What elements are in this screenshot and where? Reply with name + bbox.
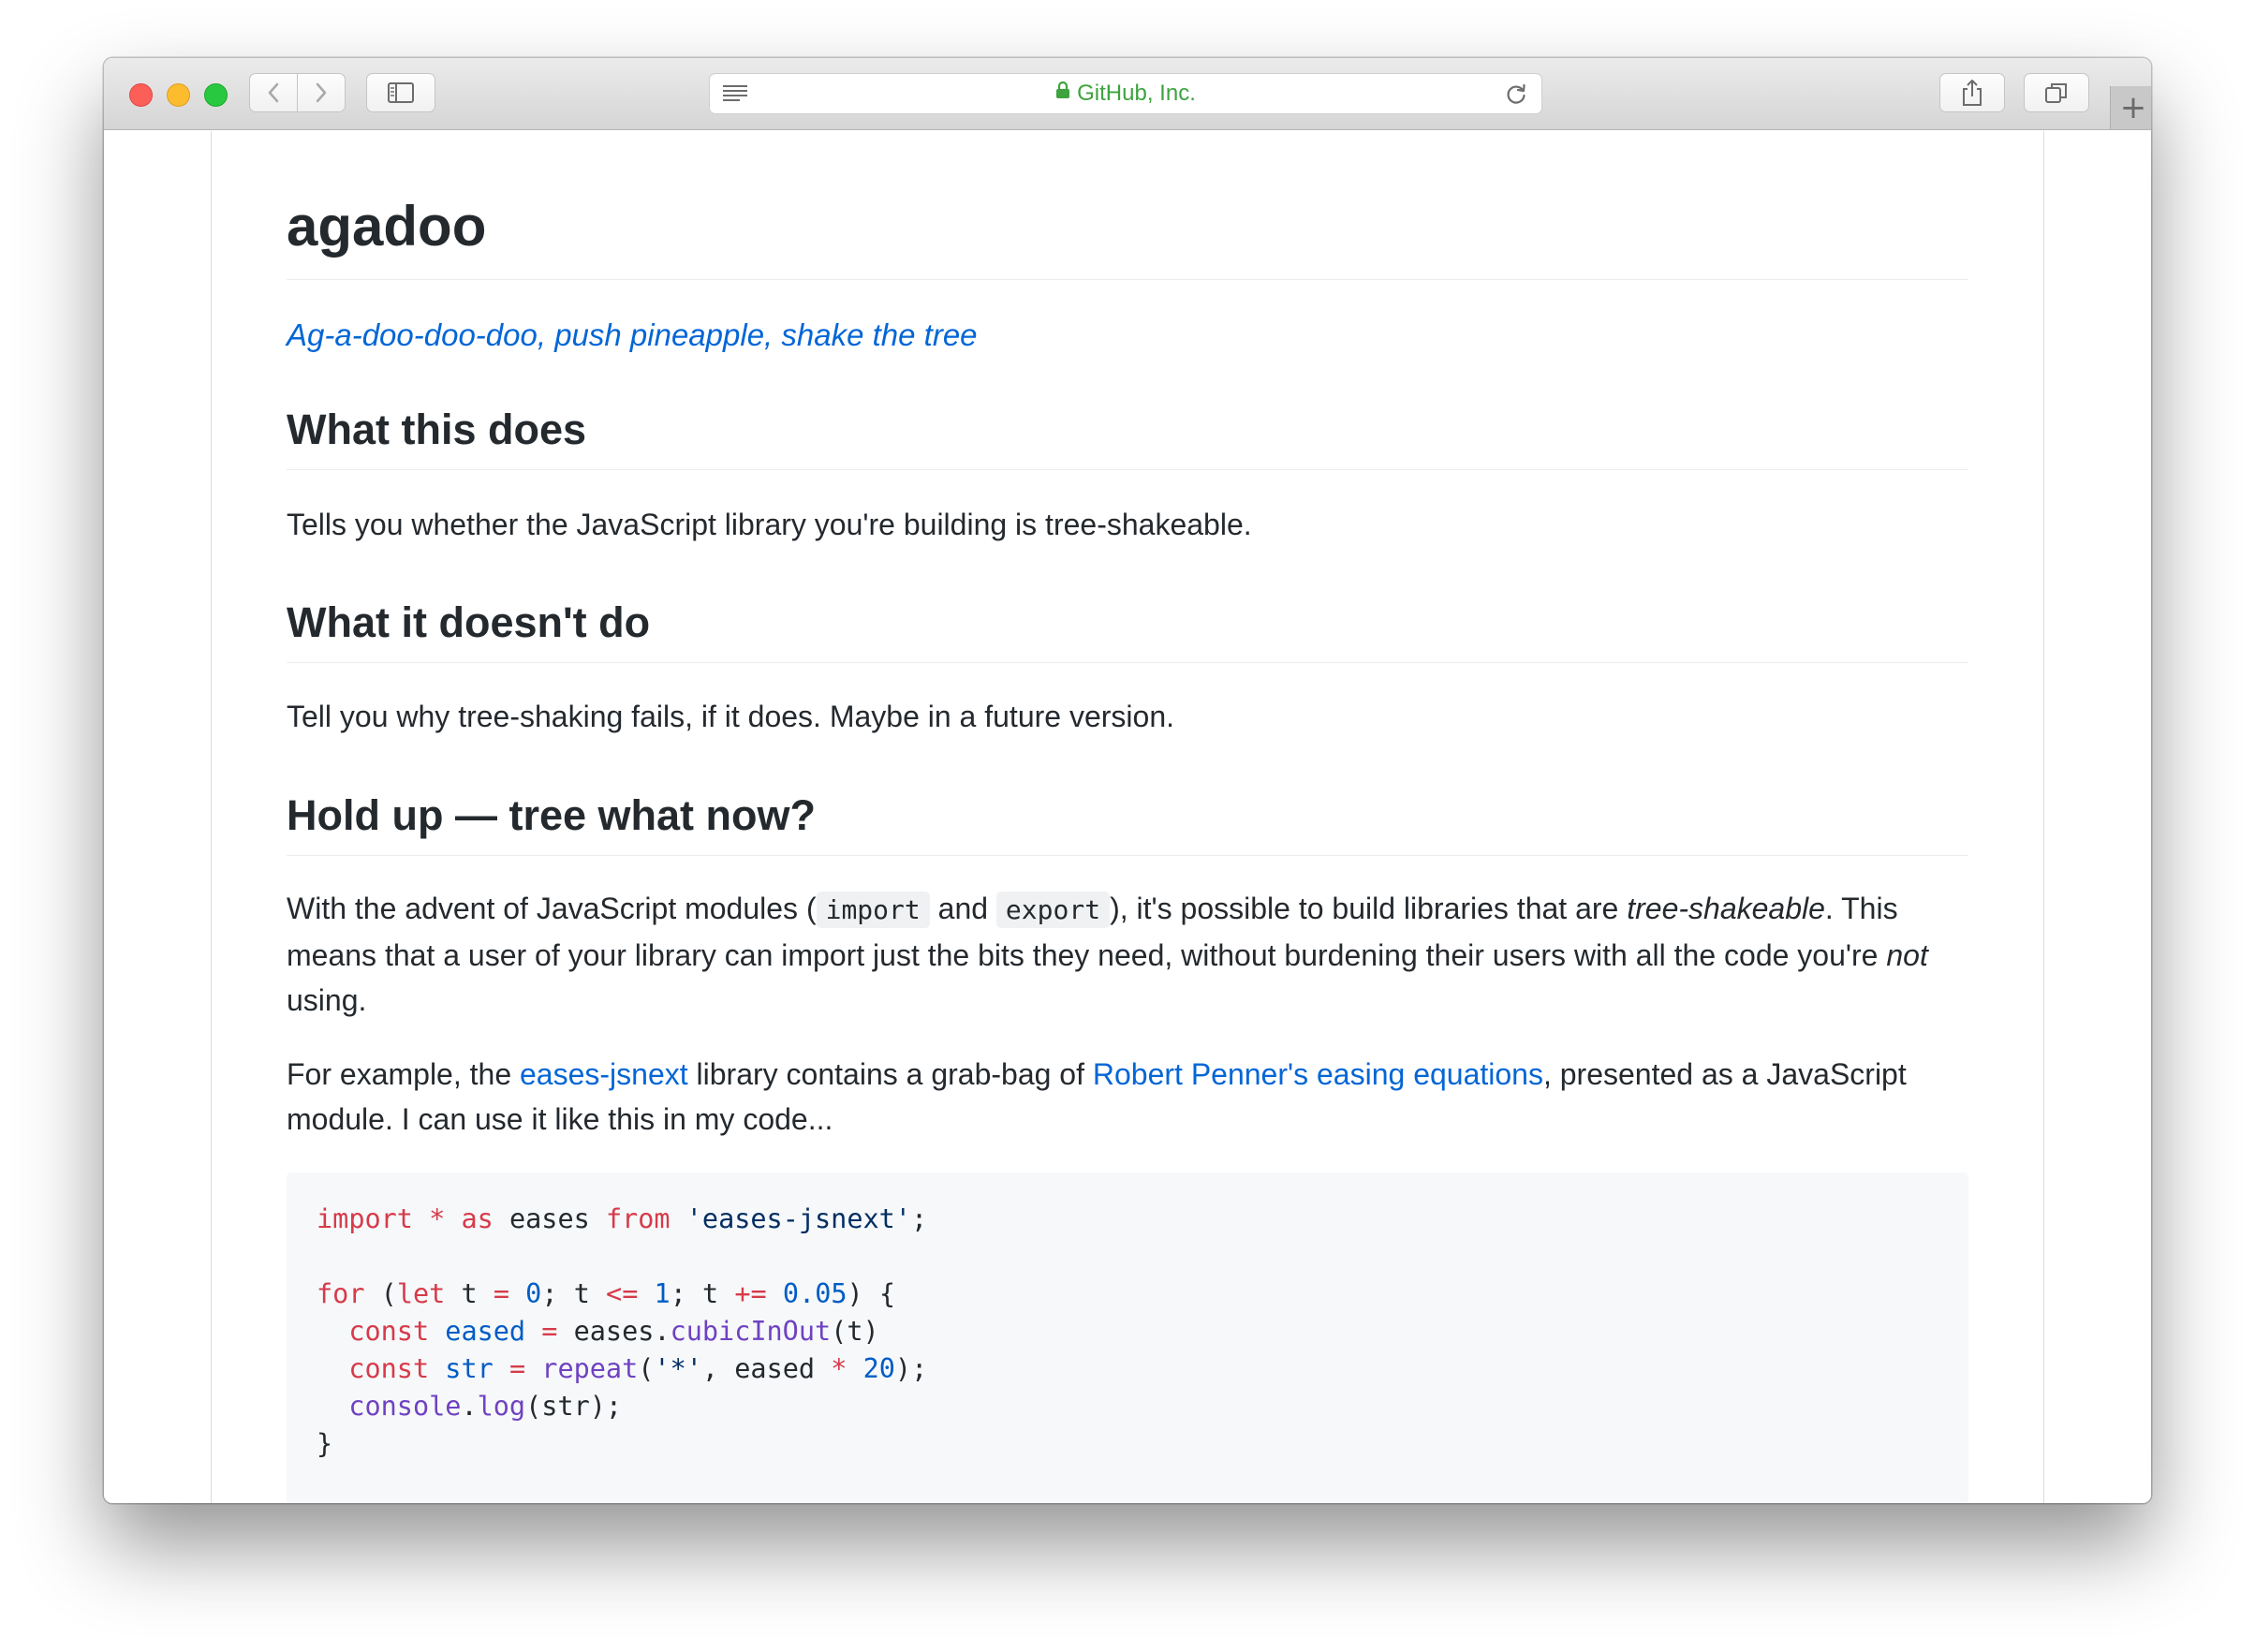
export-code: export bbox=[995, 892, 1111, 928]
zoom-window-button[interactable] bbox=[204, 83, 228, 107]
example-paragraph: For example, the eases-jsnext library co… bbox=[287, 1052, 1968, 1142]
page-viewport[interactable]: agadoo Ag-a-doo-doo-doo, push pineapple,… bbox=[104, 131, 2151, 1503]
code-line: const eased = eases.cubicInOut(t) bbox=[348, 1316, 879, 1347]
tabs-icon bbox=[2045, 83, 2067, 103]
modules-text-5: using. bbox=[287, 983, 367, 1017]
example-text-2: library contains a grab-bag of bbox=[687, 1057, 1093, 1091]
import-code: import bbox=[816, 892, 930, 928]
share-button[interactable] bbox=[1939, 73, 2005, 112]
site-identity-label: GitHub, Inc. bbox=[1077, 80, 1196, 106]
forward-button[interactable] bbox=[297, 73, 346, 112]
tab-overview-button[interactable] bbox=[2024, 73, 2089, 112]
chevron-right-icon bbox=[316, 82, 327, 103]
not-emphasis: not bbox=[1886, 938, 1928, 972]
robert-penner-link[interactable]: Robert Penner's easing equations bbox=[1093, 1057, 1543, 1091]
share-icon bbox=[1963, 80, 1982, 106]
heading-hold-up: Hold up — tree what now? bbox=[287, 789, 1968, 856]
chevron-left-icon bbox=[268, 82, 279, 103]
minimize-window-button[interactable] bbox=[167, 83, 190, 107]
readme-tagline: Ag-a-doo-doo-doo, push pineapple, shake … bbox=[287, 317, 978, 352]
readme-frame: agadoo Ag-a-doo-doo-doo, push pineapple,… bbox=[211, 131, 2044, 1503]
what-this-does-text: Tells you whether the JavaScript library… bbox=[287, 508, 1252, 541]
modules-paragraph: With the advent of JavaScript modules (i… bbox=[287, 886, 1968, 1023]
close-window-button[interactable] bbox=[129, 83, 153, 107]
address-bar[interactable]: GitHub, Inc. bbox=[709, 73, 1542, 114]
code-line: const str = repeat('*', eased * 20); bbox=[348, 1353, 928, 1384]
reload-icon[interactable] bbox=[1504, 82, 1528, 111]
tree-shakeable-emphasis: tree-shakeable bbox=[1627, 892, 1825, 925]
modules-text-1: With the advent of JavaScript modules ( bbox=[287, 892, 817, 925]
plus-icon: + bbox=[2119, 89, 2147, 126]
back-button[interactable] bbox=[249, 73, 298, 112]
code-line: import * as eases from 'eases-jsnext'; bbox=[317, 1203, 928, 1234]
heading-what-this-does: What this does bbox=[287, 404, 1968, 470]
browser-window: GitHub, Inc. + agadoo Ag-a-doo-doo-doo, … bbox=[104, 58, 2151, 1503]
sidebar-toggle-button[interactable] bbox=[366, 73, 435, 112]
code-block[interactable]: import * as eases from 'eases-jsnext'; fo… bbox=[287, 1173, 1968, 1503]
readme-title: agadoo bbox=[287, 193, 1968, 280]
modules-text-2: and bbox=[929, 892, 996, 925]
code-line: for (let t = 0; t <= 1; t += 0.05) { bbox=[317, 1278, 896, 1309]
what-it-doesnt-do-text: Tell you why tree-shaking fails, if it d… bbox=[287, 700, 1174, 733]
sidebar-icon bbox=[388, 82, 414, 103]
browser-toolbar: GitHub, Inc. + bbox=[104, 58, 2151, 130]
new-tab-button[interactable]: + bbox=[2110, 86, 2151, 129]
eases-jsnext-link[interactable]: eases-jsnext bbox=[520, 1057, 688, 1091]
example-text-1: For example, the bbox=[287, 1057, 520, 1091]
code-line: } bbox=[317, 1428, 333, 1459]
code-line: console.log(str); bbox=[348, 1391, 623, 1422]
lock-icon bbox=[1055, 80, 1070, 106]
heading-what-it-doesnt-do: What it doesn't do bbox=[287, 597, 1968, 663]
modules-text-3: ), it's possible to build libraries that… bbox=[1110, 892, 1628, 925]
